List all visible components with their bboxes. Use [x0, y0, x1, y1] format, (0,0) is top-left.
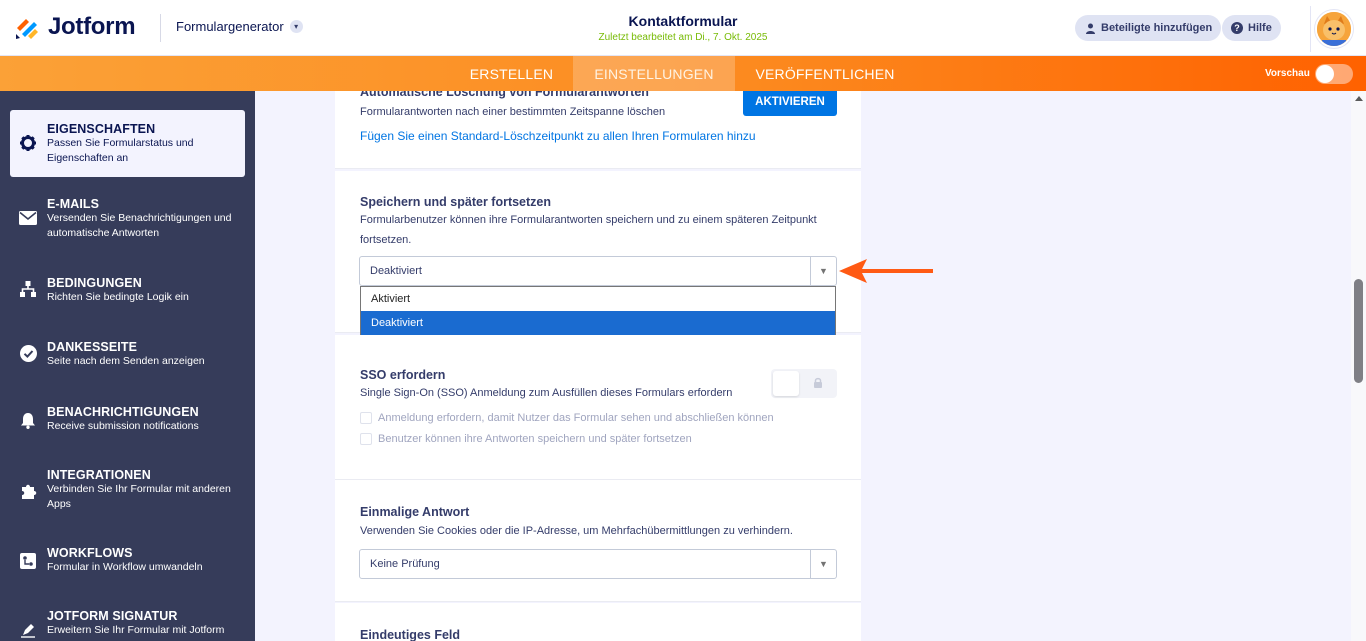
scroll-up-icon[interactable]: [1355, 96, 1363, 101]
sidebar-item-signatur[interactable]: JOTFORM SIGNATUR Erweitern Sie Ihr Formu…: [10, 599, 245, 641]
cat-avatar-icon: [1316, 12, 1351, 46]
sidebar-item-title: INTEGRATIONEN: [47, 468, 151, 482]
sso-title: SSO erfordern: [360, 368, 446, 382]
unique-field-title: Eindeutiges Feld: [360, 628, 461, 641]
sidebar-item-eigenschaften[interactable]: EIGENSCHAFTEN Passen Sie Formularstatus …: [10, 110, 245, 177]
save-continue-sso-label: Benutzer können ihre Antworten speichern…: [378, 433, 692, 445]
auto-delete-title: Automatische Löschung von Formularantwor…: [360, 91, 649, 99]
dropdown-arrow-icon: ▼: [810, 550, 836, 578]
preview-label: Vorschau: [1265, 68, 1310, 79]
sidebar-item-title: JOTFORM SIGNATUR: [47, 609, 178, 623]
sidebar-item-desc: Richten Sie bedingte Logik ein: [47, 291, 189, 303]
sidebar-item-title: DANKESSEITE: [47, 340, 138, 354]
single-response-desc: Verwenden Sie Cookies oder die IP-Adress…: [360, 525, 793, 537]
sidebar-item-desc: Seite nach dem Senden anzeigen: [47, 355, 205, 367]
preview-toggle-knob: [1316, 65, 1334, 83]
tab-einstellungen[interactable]: EINSTELLUNGEN: [573, 56, 735, 91]
sidebar-item-title: EIGENSCHAFTEN: [47, 122, 156, 136]
question-icon: ?: [1231, 22, 1243, 34]
sidebar-scrollbar[interactable]: [245, 91, 250, 641]
save-continue-desc-line2: fortsetzen.: [360, 234, 412, 246]
save-continue-desc-line1: Formularbenutzer können ihre Formularant…: [360, 214, 817, 226]
avatar-container[interactable]: [1310, 6, 1356, 52]
sso-card: SSO erfordern Single Sign-On (SSO) Anmel…: [335, 335, 861, 480]
svg-text:?: ?: [1234, 23, 1240, 33]
form-generator-label: Formulargenerator: [176, 19, 284, 34]
dropdown-arrow-icon: ▼: [810, 257, 836, 285]
add-participants-label: Beteiligte hinzufügen: [1101, 22, 1213, 34]
sitemap-icon: [18, 279, 38, 299]
pen-icon: [18, 620, 38, 640]
puzzle-icon: [18, 480, 38, 500]
builder-nav: ERSTELLEN EINSTELLUNGEN VERÖFFENTLICHEN …: [0, 56, 1366, 91]
sidebar-item-desc: Receive submission notifications: [47, 420, 199, 432]
sidebar-item-title: BENACHRICHTIGUNGEN: [47, 405, 199, 419]
form-generator-dropdown[interactable]: Formulargenerator ▾: [176, 19, 303, 34]
sidebar-item-dankesseite[interactable]: DANKESSEITE Seite nach dem Senden anzeig…: [10, 330, 245, 380]
sso-toggle[interactable]: [771, 369, 837, 398]
sidebar-item-benachrichtigungen[interactable]: BENACHRICHTIGUNGEN Receive submission no…: [10, 395, 245, 445]
sidebar-item-desc: Verbinden Sie Ihr Formular mit anderen A…: [47, 483, 231, 510]
save-continue-sso-checkbox[interactable]: [360, 433, 372, 445]
tab-erstellen[interactable]: ERSTELLEN: [460, 56, 563, 91]
help-button[interactable]: ? Hilfe: [1222, 15, 1281, 41]
settings-main: Automatische Löschung von Formularantwor…: [255, 91, 1351, 641]
sidebar-item-workflows[interactable]: WORKFLOWS Formular in Workflow umwandeln: [10, 536, 245, 586]
save-continue-title: Speichern und später fortsetzen: [360, 195, 552, 209]
default-delete-link[interactable]: Fügen Sie einen Standard-Löschzeitpunkt …: [360, 129, 756, 143]
scrollbar-thumb[interactable]: [1354, 279, 1363, 383]
single-response-title: Einmalige Antwort: [360, 505, 470, 519]
header-divider: [160, 14, 161, 42]
sidebar-item-desc: Erweitern Sie Ihr Formular mit Jotform: [47, 624, 225, 636]
settings-sidebar: EIGENSCHAFTEN Passen Sie Formularstatus …: [0, 91, 255, 641]
jotform-logo-icon: [16, 19, 38, 39]
brand-name: Jotform: [48, 13, 136, 40]
lock-icon: [814, 377, 822, 388]
sso-check-row-2: Benutzer können ihre Antworten speichern…: [360, 433, 692, 445]
annotation-arrow-icon: [839, 259, 933, 283]
gear-icon: [18, 133, 38, 153]
single-response-card: Einmalige Antwort Verwenden Sie Cookies …: [335, 480, 861, 602]
help-label: Hilfe: [1248, 22, 1272, 34]
single-response-selected: Keine Prüfung: [370, 558, 440, 570]
unique-field-card: Eindeutiges Feld: [335, 603, 861, 641]
sidebar-item-desc: Formular in Workflow umwandeln: [47, 561, 203, 573]
auto-delete-card: Automatische Löschung von Formularantwor…: [335, 91, 861, 169]
require-login-checkbox[interactable]: [360, 412, 372, 424]
chevron-down-icon: ▾: [289, 20, 303, 33]
check-circle-icon: [18, 343, 38, 363]
tab-veroeffentlichen[interactable]: VERÖFFENTLICHEN: [745, 56, 905, 91]
page-scrollbar[interactable]: [1351, 91, 1366, 641]
sidebar-item-integrationen[interactable]: INTEGRATIONEN Verbinden Sie Ihr Formular…: [10, 458, 245, 520]
save-continue-options: Aktiviert Deaktiviert: [360, 286, 836, 336]
preview-toggle[interactable]: [1315, 64, 1353, 84]
single-response-select[interactable]: Keine Prüfung ▼: [359, 549, 837, 579]
top-header: Jotform Formulargenerator ▾ Kontaktformu…: [0, 0, 1366, 56]
sidebar-item-desc: Versenden Sie Benachrichtigungen und aut…: [47, 212, 232, 239]
envelope-icon: [18, 208, 38, 228]
sidebar-item-title: WORKFLOWS: [47, 546, 133, 560]
sidebar-item-title: BEDINGUNGEN: [47, 276, 142, 290]
jotform-logo[interactable]: Jotform: [14, 13, 136, 41]
bell-icon: [18, 410, 38, 430]
sidebar-item-bedingungen[interactable]: BEDINGUNGEN Richten Sie bedingte Logik e…: [10, 266, 245, 316]
avatar[interactable]: [1314, 10, 1353, 48]
user-icon: [1084, 22, 1096, 34]
sso-check-row-1: Anmeldung erfordern, damit Nutzer das Fo…: [360, 412, 774, 424]
option-deaktiviert[interactable]: Deaktiviert: [361, 311, 835, 335]
sso-desc: Single Sign-On (SSO) Anmeldung zum Ausfü…: [360, 387, 733, 399]
sidebar-item-title: E-MAILS: [47, 197, 100, 211]
sso-toggle-knob: [773, 371, 799, 396]
sidebar-item-emails[interactable]: E-MAILS Versenden Sie Benachrichtigungen…: [10, 186, 245, 246]
option-aktiviert[interactable]: Aktiviert: [361, 287, 835, 311]
activate-button[interactable]: AKTIVIEREN: [743, 91, 837, 116]
save-continue-selected: Deaktiviert: [370, 265, 422, 277]
add-participants-button[interactable]: Beteiligte hinzufügen: [1075, 15, 1222, 41]
sidebar-item-desc: Passen Sie Formularstatus und Eigenschaf…: [47, 137, 194, 164]
require-login-label: Anmeldung erfordern, damit Nutzer das Fo…: [378, 412, 774, 424]
save-continue-select[interactable]: Deaktiviert ▼: [359, 256, 837, 286]
workflow-icon: [18, 551, 38, 571]
auto-delete-desc: Formularantworten nach einer bestimmten …: [360, 106, 666, 118]
